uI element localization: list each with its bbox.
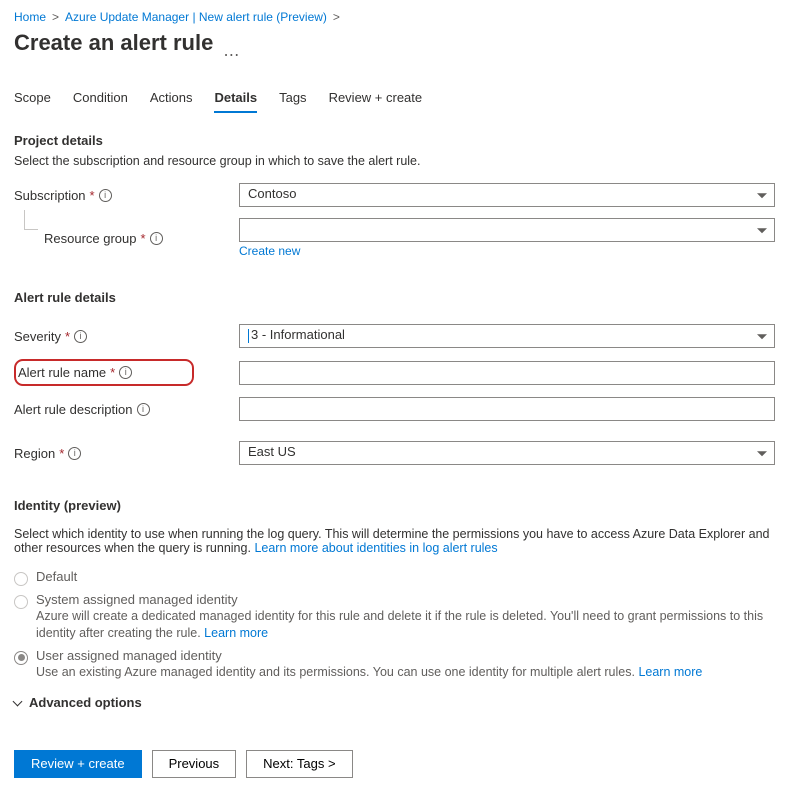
identity-desc: Select which identity to use when runnin… [14,527,775,555]
identity-option-default[interactable]: Default [14,569,775,586]
tab-actions[interactable]: Actions [150,86,193,113]
project-details-heading: Project details [14,133,775,148]
tab-details[interactable]: Details [214,86,257,113]
severity-label: Severity* i [14,329,239,344]
chevron-down-icon [13,696,23,706]
breadcrumb-mid[interactable]: Azure Update Manager | New alert rule (P… [65,10,327,24]
previous-button[interactable]: Previous [152,750,237,778]
create-new-link[interactable]: Create new [239,244,300,258]
identity-learn-more-link[interactable]: Learn more about identities in log alert… [254,541,497,555]
tab-review[interactable]: Review + create [329,86,423,113]
breadcrumb-home[interactable]: Home [14,10,46,24]
identity-option-user-label: User assigned managed identity [36,648,775,663]
tab-tags[interactable]: Tags [279,86,306,113]
alert-rule-name-input[interactable] [239,361,775,385]
identity-option-system-label: System assigned managed identity [36,592,775,607]
more-actions-icon[interactable]: ⋯ [223,45,239,65]
indent-line-icon [24,210,38,230]
next-tags-button[interactable]: Next: Tags > [246,750,352,778]
tab-scope[interactable]: Scope [14,86,51,113]
identity-system-learn-more-link[interactable]: Learn more [204,626,268,640]
subscription-label: Subscription* i [14,188,239,203]
alert-rule-name-label: Alert rule name [18,365,106,380]
alert-rule-name-highlight: Alert rule name* i [14,359,194,386]
radio-icon [14,651,28,665]
info-icon[interactable]: i [137,403,150,416]
tab-condition[interactable]: Condition [73,86,128,113]
advanced-options-toggle[interactable]: Advanced options [14,695,775,710]
info-icon[interactable]: i [119,366,132,379]
identity-option-default-label: Default [36,569,775,584]
breadcrumb: Home > Azure Update Manager | New alert … [14,10,775,24]
identity-option-system-desc: Azure will create a dedicated managed id… [36,608,775,642]
review-create-button[interactable]: Review + create [14,750,142,778]
radio-icon [14,572,28,586]
radio-icon [14,595,28,609]
alert-rule-description-label: Alert rule description i [14,402,239,417]
project-details-desc: Select the subscription and resource gro… [14,154,775,168]
region-select[interactable]: East US [239,441,775,465]
info-icon[interactable]: i [74,330,87,343]
resource-group-select[interactable] [239,218,775,242]
info-icon[interactable]: i [150,232,163,245]
identity-user-learn-more-link[interactable]: Learn more [638,665,702,679]
footer: Review + create Previous Next: Tags > [14,740,775,778]
region-label: Region* i [14,446,239,461]
severity-select[interactable]: 3 - Informational [239,324,775,348]
breadcrumb-sep-1: > [52,10,59,24]
info-icon[interactable]: i [99,189,112,202]
breadcrumb-sep-2: > [333,10,340,24]
page-title: Create an alert rule [14,30,213,56]
identity-option-user-desc: Use an existing Azure managed identity a… [36,664,775,681]
identity-option-user[interactable]: User assigned managed identity Use an ex… [14,648,775,681]
identity-heading: Identity (preview) [14,498,775,513]
info-icon[interactable]: i [68,447,81,460]
subscription-select[interactable]: Contoso [239,183,775,207]
alert-rule-description-input[interactable] [239,397,775,421]
identity-option-system[interactable]: System assigned managed identity Azure w… [14,592,775,642]
resource-group-label: Resource group* i [14,231,239,246]
tabs: Scope Condition Actions Details Tags Rev… [14,86,775,113]
alert-rule-details-heading: Alert rule details [14,290,775,305]
